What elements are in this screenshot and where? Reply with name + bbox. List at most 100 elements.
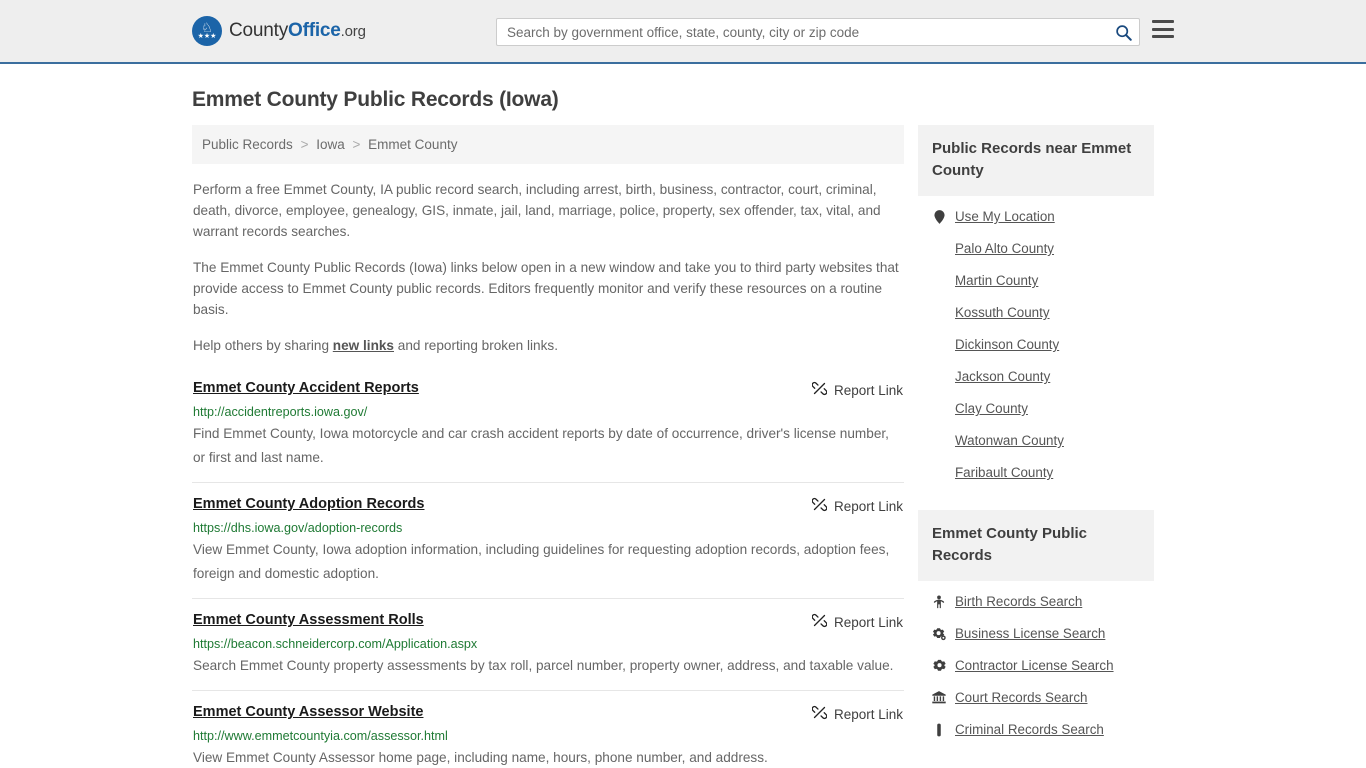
- sidebar-records-box: Emmet County Public Records Birth Record…: [918, 510, 1154, 745]
- sidebar-nearby-item-label[interactable]: Use My Location: [955, 209, 1055, 224]
- page-title: Emmet County Public Records (Iowa): [192, 88, 559, 111]
- record-item: Emmet County Adoption Records Report Link…: [192, 482, 904, 598]
- breadcrumb-item-public-records[interactable]: Public Records: [202, 137, 293, 152]
- sidebar-nearby-item-label[interactable]: Faribault County: [955, 465, 1053, 480]
- sidebar-records-list: Birth Records Search Business License Sea…: [918, 581, 1154, 745]
- sidebar-nearby-list: Use My Location Palo Alto County Martin Co…: [918, 196, 1154, 488]
- sidebar-record-item-label[interactable]: Court Records Search: [955, 690, 1087, 705]
- sidebar-record-item-court-records-search[interactable]: Court Records Search: [932, 681, 1140, 713]
- record-url[interactable]: http://www.emmetcountyia.com/assessor.ht…: [193, 729, 903, 743]
- record-header: Emmet County Assessor Website Report Link: [193, 704, 903, 723]
- broken-link-icon: [811, 381, 828, 399]
- record-description: View Emmet County, Iowa adoption informa…: [193, 542, 890, 581]
- search-bar: [496, 18, 1140, 46]
- record-url[interactable]: http://accidentreports.iowa.gov/: [193, 405, 903, 419]
- sidebar-nearby-item-label[interactable]: Watonwan County: [955, 433, 1064, 448]
- fingerprint-icon: [932, 723, 946, 737]
- sidebar-record-item-label[interactable]: Criminal Records Search: [955, 722, 1104, 737]
- sidebar-record-item-contractor-license-search[interactable]: Contractor License Search: [932, 649, 1140, 681]
- record-item: Emmet County Assessment Rolls Report Link…: [192, 598, 904, 690]
- record-header: Emmet County Accident Reports Report Link: [193, 380, 903, 399]
- record-title-link[interactable]: Emmet County Assessment Rolls: [193, 612, 424, 628]
- sidebar-nearby-item-label[interactable]: Dickinson County: [955, 337, 1059, 352]
- sidebar-nearby-item-clay-county[interactable]: Clay County: [932, 392, 1140, 424]
- baby-icon: [932, 594, 946, 609]
- sidebar-record-item-label[interactable]: Contractor License Search: [955, 658, 1114, 673]
- new-links-link[interactable]: new links: [333, 338, 394, 353]
- site-logo[interactable]: ♘ ★★★ CountyOffice.org: [192, 16, 366, 46]
- record-url[interactable]: https://dhs.iowa.gov/adoption-records: [193, 521, 903, 535]
- sidebar-nearby-item-watonwan-county[interactable]: Watonwan County: [932, 424, 1140, 456]
- main-column: Public Records > Iowa > Emmet County Per…: [192, 125, 904, 768]
- sidebar-nearby-item-label[interactable]: Clay County: [955, 401, 1028, 416]
- gear-icon: [932, 659, 946, 672]
- report-link-label: Report Link: [833, 614, 903, 630]
- breadcrumb: Public Records > Iowa > Emmet County: [192, 125, 904, 164]
- broken-link-icon: [811, 613, 828, 631]
- sidebar-record-item-label[interactable]: Birth Records Search: [955, 594, 1082, 609]
- sidebar-nearby-item-dickinson-county[interactable]: Dickinson County: [932, 328, 1140, 360]
- logo-text: CountyOffice.org: [229, 20, 366, 42]
- sidebar-records-heading: Emmet County Public Records: [918, 510, 1154, 581]
- broken-link-icon: [811, 705, 828, 723]
- sidebar-nearby-item-jackson-county[interactable]: Jackson County: [932, 360, 1140, 392]
- sidebar-nearby-item-use-my-location[interactable]: Use My Location: [932, 200, 1140, 232]
- intro-paragraph-2: The Emmet County Public Records (Iowa) l…: [193, 260, 899, 317]
- search-input[interactable]: [496, 18, 1140, 46]
- search-icon: [1115, 24, 1132, 41]
- intro-paragraph-3-pre: Help others by sharing: [193, 338, 333, 353]
- hamburger-menu-icon[interactable]: [1152, 20, 1174, 38]
- sidebar-nearby-item-martin-county[interactable]: Martin County: [932, 264, 1140, 296]
- record-description: Find Emmet County, Iowa motorcycle and c…: [193, 426, 889, 465]
- sidebar-record-item-birth-records-search[interactable]: Birth Records Search: [932, 585, 1140, 617]
- breadcrumb-item-emmet-county[interactable]: Emmet County: [368, 137, 457, 152]
- record-description: Search Emmet County property assessments…: [193, 658, 894, 673]
- report-link-label: Report Link: [833, 706, 903, 722]
- report-link-button[interactable]: Report Link: [811, 497, 903, 515]
- intro-paragraph-3-post: and reporting broken links.: [394, 338, 558, 353]
- report-link-button[interactable]: Report Link: [811, 381, 903, 399]
- site-header: ♘ ★★★ CountyOffice.org: [0, 0, 1366, 64]
- sidebar-nearby-item-palo-alto-county[interactable]: Palo Alto County: [932, 232, 1140, 264]
- sidebar-nearby-box: Public Records near Emmet County Use My …: [918, 125, 1154, 488]
- record-title-link[interactable]: Emmet County Adoption Records: [193, 496, 424, 512]
- sidebar-record-item-business-license-search[interactable]: Business License Search: [932, 617, 1140, 649]
- sidebar-record-item-criminal-records-search[interactable]: Criminal Records Search: [932, 713, 1140, 745]
- sidebar-nearby-item-kossuth-county[interactable]: Kossuth County: [932, 296, 1140, 328]
- page-container: Emmet County Public Records (Iowa) Publi…: [0, 88, 1366, 768]
- intro-paragraph-3: Help others by sharing new links and rep…: [193, 335, 903, 356]
- search-button[interactable]: [1110, 20, 1136, 44]
- record-header: Emmet County Assessment Rolls Report Link: [193, 612, 903, 631]
- report-link-label: Report Link: [833, 498, 903, 514]
- report-link-button[interactable]: Report Link: [811, 705, 903, 723]
- sidebar: Public Records near Emmet County Use My …: [918, 125, 1154, 767]
- report-link-button[interactable]: Report Link: [811, 613, 903, 631]
- map-pin-icon: [932, 209, 946, 224]
- records-list: Emmet County Accident Reports Report Link…: [192, 378, 904, 768]
- breadcrumb-item-iowa[interactable]: Iowa: [316, 137, 345, 152]
- sidebar-nearby-item-label[interactable]: Jackson County: [955, 369, 1050, 384]
- report-link-label: Report Link: [833, 382, 903, 398]
- logo-text-office: Office: [288, 20, 341, 41]
- record-description: View Emmet County Assessor home page, in…: [193, 750, 768, 765]
- record-title-link[interactable]: Emmet County Assessor Website: [193, 704, 423, 720]
- logo-text-org: .org: [340, 23, 366, 40]
- sidebar-nearby-item-label[interactable]: Kossuth County: [955, 305, 1050, 320]
- content-columns: Public Records > Iowa > Emmet County Per…: [192, 125, 1174, 768]
- record-item: Emmet County Accident Reports Report Link…: [192, 378, 904, 482]
- sidebar-nearby-item-label[interactable]: Palo Alto County: [955, 241, 1054, 256]
- gears-icon: [932, 627, 946, 641]
- breadcrumb-separator: >: [352, 137, 361, 152]
- record-item: Emmet County Assessor Website Report Link…: [192, 690, 904, 768]
- sidebar-nearby-item-label[interactable]: Martin County: [955, 273, 1038, 288]
- intro-text: Perform a free Emmet County, IA public r…: [192, 179, 904, 356]
- sidebar-nearby-item-faribault-county[interactable]: Faribault County: [932, 456, 1140, 488]
- record-header: Emmet County Adoption Records Report Link: [193, 496, 903, 515]
- sidebar-record-item-label[interactable]: Business License Search: [955, 626, 1105, 641]
- record-title-link[interactable]: Emmet County Accident Reports: [193, 380, 419, 396]
- intro-paragraph-1: Perform a free Emmet County, IA public r…: [193, 182, 881, 239]
- eagle-seal-icon: ♘ ★★★: [192, 16, 222, 46]
- record-url[interactable]: https://beacon.schneidercorp.com/Applica…: [193, 637, 903, 651]
- broken-link-icon: [811, 497, 828, 515]
- sidebar-nearby-heading: Public Records near Emmet County: [918, 125, 1154, 196]
